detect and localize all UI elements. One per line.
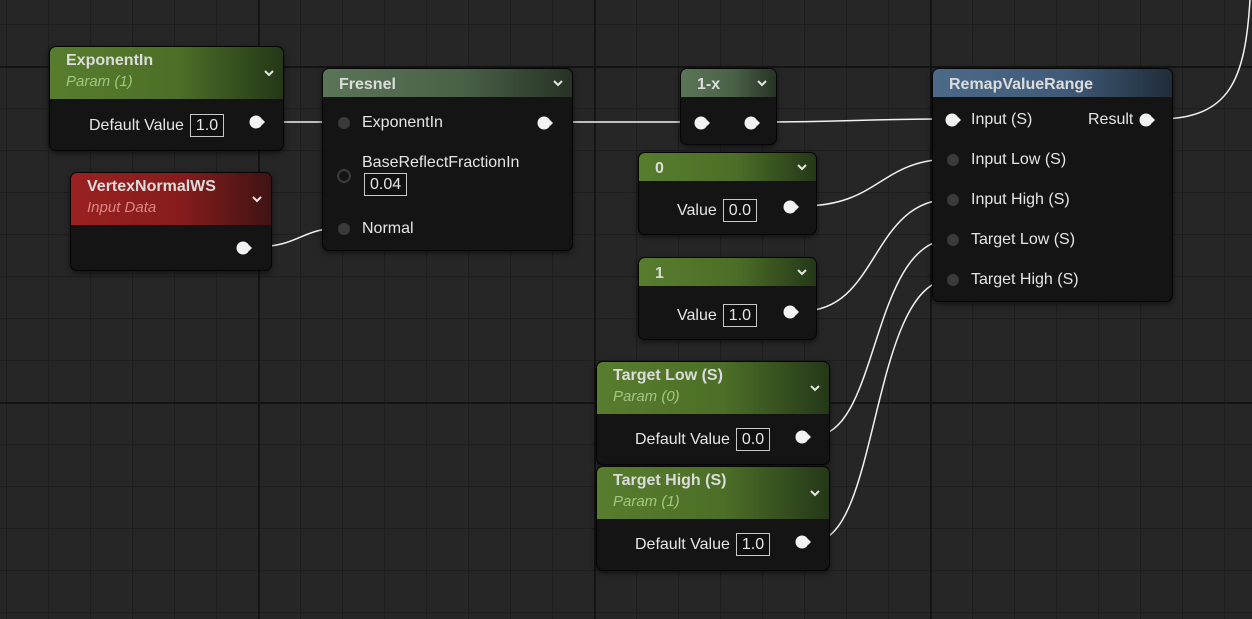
pin-label-target-low: Target Low (S) <box>971 231 1076 248</box>
node-header[interactable]: 1-x <box>681 69 776 97</box>
node-header[interactable]: RemapValueRange <box>933 69 1172 97</box>
node-header[interactable]: 0 <box>639 153 816 181</box>
basereflect-value-field[interactable]: 0.04 <box>364 173 408 197</box>
output-pin[interactable] <box>249 114 265 130</box>
output-pin-result[interactable] <box>1139 112 1155 128</box>
chevron-down-icon[interactable] <box>796 266 808 278</box>
pin-label-input-high: Input High (S) <box>971 191 1070 208</box>
default-value-row: Default Value 1.0 <box>89 114 225 138</box>
value-label: Value <box>677 202 717 219</box>
pin-label-exponentin: ExponentIn <box>362 114 443 131</box>
output-pin[interactable] <box>744 115 760 131</box>
exponent-param-node[interactable]: ExponentIn Param (1) Default Value 1.0 <box>49 46 284 151</box>
input-pin-target-low[interactable] <box>945 232 961 248</box>
default-value-label: Default Value <box>635 431 730 448</box>
pin-label-basereflect: BaseReflectFractionIn <box>362 154 520 171</box>
default-value-field[interactable]: 1.0 <box>189 114 225 138</box>
node-title: 0 <box>655 160 664 177</box>
node-header[interactable]: 1 <box>639 258 816 286</box>
wire-targethigh-to-remap <box>813 278 953 542</box>
input-pin-input[interactable] <box>945 112 961 128</box>
pin-label-normal: Normal <box>362 220 414 237</box>
input-pin[interactable] <box>694 115 710 131</box>
input-pin-target-high[interactable] <box>945 272 961 288</box>
target-low-param-node[interactable]: Target Low (S) Param (0) Default Value 0.… <box>596 361 830 465</box>
node-header[interactable]: Fresnel <box>323 69 572 97</box>
default-value-row: Default Value 0.0 <box>635 428 771 452</box>
wire-one-to-inputhigh <box>801 198 953 312</box>
node-header[interactable]: ExponentIn Param (1) <box>50 47 283 99</box>
node-subtitle: Param (1) <box>613 493 680 510</box>
output-pin[interactable] <box>537 115 553 131</box>
node-title: 1 <box>655 265 664 282</box>
default-value-field[interactable]: 1.0 <box>735 533 771 557</box>
one-minus-node[interactable]: 1-x <box>680 68 777 145</box>
input-pin-input-low[interactable] <box>945 152 961 168</box>
pin-label-result: Result <box>1088 111 1134 128</box>
input-pin-exponentin[interactable] <box>336 115 352 131</box>
input-pin-normal[interactable] <box>336 221 352 237</box>
node-subtitle: Param (1) <box>66 73 133 90</box>
value-label: Value <box>677 307 717 324</box>
node-title: 1-x <box>697 76 721 93</box>
node-header[interactable]: Target High (S) Param (1) <box>597 467 829 519</box>
default-value-label: Default Value <box>635 536 730 553</box>
node-header[interactable]: VertexNormalWS Input Data <box>71 173 271 225</box>
node-title: RemapValueRange <box>949 76 1094 93</box>
chevron-down-icon[interactable] <box>552 77 564 89</box>
node-title: Target Low (S) <box>613 367 723 384</box>
input-pin-input-high[interactable] <box>945 192 961 208</box>
output-pin[interactable] <box>783 199 799 215</box>
basereflect-value-row: 0.04 <box>364 173 408 197</box>
output-pin[interactable] <box>795 429 811 445</box>
chevron-down-icon[interactable] <box>809 487 821 499</box>
node-subtitle: Input Data <box>87 199 157 216</box>
chevron-down-icon[interactable] <box>251 193 263 205</box>
chevron-down-icon[interactable] <box>809 382 821 394</box>
input-pin-basereflect[interactable] <box>336 168 352 184</box>
fresnel-node[interactable]: Fresnel ExponentIn BaseReflectFractionIn… <box>322 68 573 251</box>
constant-zero-node[interactable]: 0 Value 0.0 <box>638 152 817 235</box>
node-header[interactable]: Target Low (S) Param (0) <box>597 362 829 414</box>
default-value-label: Default Value <box>89 117 184 134</box>
node-title: VertexNormalWS <box>87 178 216 195</box>
value-field[interactable]: 1.0 <box>722 304 757 328</box>
output-pin[interactable] <box>236 240 252 256</box>
value-row: Value 0.0 <box>677 199 757 223</box>
pin-label-target-high: Target High (S) <box>971 271 1079 288</box>
value-field[interactable]: 0.0 <box>722 199 757 223</box>
output-pin[interactable] <box>783 304 799 320</box>
vertex-normal-node[interactable]: VertexNormalWS Input Data <box>70 172 272 271</box>
wire-oneminus-to-remap <box>761 118 953 123</box>
chevron-down-icon[interactable] <box>756 77 768 89</box>
chevron-down-icon[interactable] <box>263 67 275 79</box>
pin-label-input: Input (S) <box>971 111 1033 128</box>
pin-label-input-low: Input Low (S) <box>971 151 1067 168</box>
wire-zero-to-inputlow <box>801 158 953 207</box>
value-row: Value 1.0 <box>677 304 757 328</box>
node-title: Fresnel <box>339 76 396 93</box>
default-value-row: Default Value 1.0 <box>635 533 771 557</box>
default-value-field[interactable]: 0.0 <box>735 428 771 452</box>
node-subtitle: Param (0) <box>613 388 680 405</box>
output-pin[interactable] <box>795 534 811 550</box>
remap-value-range-node[interactable]: RemapValueRange Input (S) Result Input L… <box>932 68 1173 302</box>
target-high-param-node[interactable]: Target High (S) Param (1) Default Value 1… <box>596 466 830 571</box>
node-title: ExponentIn <box>66 52 154 69</box>
constant-one-node[interactable]: 1 Value 1.0 <box>638 257 817 340</box>
chevron-down-icon[interactable] <box>796 161 808 173</box>
node-title: Target High (S) <box>613 472 727 489</box>
